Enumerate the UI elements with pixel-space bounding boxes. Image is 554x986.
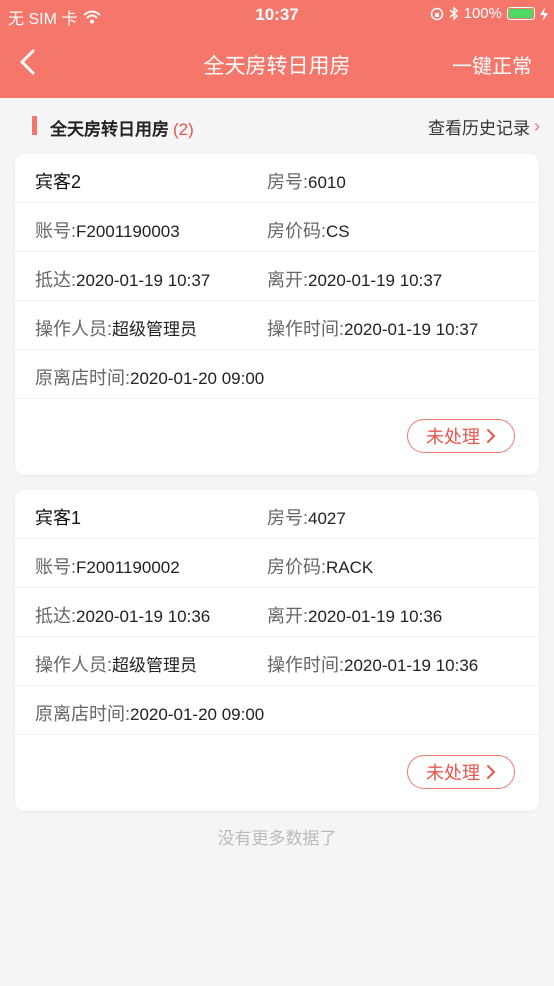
unprocessed-button[interactable]: 未处理 [407,419,515,453]
orig-depart-label: 原离店时间: [35,704,131,724]
room-value: 6010 [308,173,346,192]
record-card: 宾客1 房号:4027 账号:F2001190002 房价码:RACK 抵达:2… [15,490,539,811]
header: 无 SIM 卡 10:37 100% 全天房转日用房 一键正常 [0,0,554,98]
room-field: 房号:4027 [267,504,346,530]
orig-depart-field: 原离店时间:2020-01-20 09:00 [35,700,264,726]
rate-value: CS [326,222,350,241]
card-row-operator: 操作人员:超级管理员 操作时间:2020-01-19 10:36 [15,637,539,686]
arrive-field: 抵达:2020-01-19 10:37 [35,266,210,292]
card-row-operator: 操作人员:超级管理员 操作时间:2020-01-19 10:37 [15,301,539,350]
all-normal-button[interactable]: 一键正常 [452,50,532,79]
card-footer: 未处理 [15,735,539,811]
section-title: 全天房转日用房 (2) [50,115,194,140]
operator-value: 超级管理员 [112,656,198,675]
optime-label: 操作时间: [267,319,345,339]
unprocessed-button[interactable]: 未处理 [407,755,515,789]
orig-depart-value: 2020-01-20 09:00 [130,369,265,388]
room-field: 房号:6010 [267,168,346,194]
orientation-lock-icon [430,7,443,20]
optime-field: 操作时间:2020-01-19 10:37 [267,315,478,341]
history-link[interactable]: 查看历史记录 › [428,114,540,139]
charging-icon [540,6,548,21]
battery-percent: 100% [463,5,502,22]
arrive-field: 抵达:2020-01-19 10:36 [35,602,210,628]
section-header: 全天房转日用房 (2) 查看历史记录 › [0,108,554,146]
arrive-label: 抵达: [35,270,77,290]
chevron-right-icon: › [534,116,540,136]
card-row-orig: 原离店时间:2020-01-20 09:00 [15,350,539,399]
account-field: 账号:F2001190003 [35,217,180,243]
rate-label: 房价码: [267,221,327,241]
card-footer: 未处理 [15,399,539,475]
card-row-account: 账号:F2001190002 房价码:RACK [15,539,539,588]
record-card: 宾客2 房号:6010 账号:F2001190003 房价码:CS 抵达:202… [15,154,539,475]
room-value: 4027 [308,509,346,528]
status-bar: 无 SIM 卡 10:37 100% [0,0,554,30]
account-label: 账号: [35,557,77,577]
rate-field: 房价码:CS [267,217,350,243]
optime-value: 2020-01-19 10:37 [344,320,479,339]
battery-icon [507,7,535,20]
chevron-right-icon [487,429,496,443]
orig-depart-label: 原离店时间: [35,368,131,388]
account-value: F2001190003 [76,222,180,241]
status-right: 100% [430,5,548,22]
rate-label: 房价码: [267,557,327,577]
room-label: 房号: [267,172,309,192]
optime-label: 操作时间: [267,655,345,675]
no-more-data: 没有更多数据了 [217,829,337,848]
optime-field: 操作时间:2020-01-19 10:36 [267,651,478,677]
operator-label: 操作人员: [35,655,113,675]
card-row-dates: 抵达:2020-01-19 10:36 离开:2020-01-19 10:36 [15,588,539,637]
arrive-value: 2020-01-19 10:36 [76,607,211,626]
card-row-guest: 宾客1 房号:4027 [15,490,539,539]
depart-field: 离开:2020-01-19 10:36 [267,602,442,628]
card-row-guest: 宾客2 房号:6010 [15,154,539,203]
bluetooth-icon [449,6,458,21]
chevron-right-icon [487,765,496,779]
operator-field: 操作人员:超级管理员 [35,315,197,341]
nav-bar: 全天房转日用房 一键正常 [0,30,554,98]
arrive-label: 抵达: [35,606,77,626]
section-title-text: 全天房转日用房 [50,120,169,139]
section-count: (2) [173,120,194,139]
card-row-account: 账号:F2001190003 房价码:CS [15,203,539,252]
depart-label: 离开: [267,606,309,626]
account-field: 账号:F2001190002 [35,553,180,579]
optime-value: 2020-01-19 10:36 [344,656,479,675]
operator-value: 超级管理员 [112,320,198,339]
account-label: 账号: [35,221,77,241]
guest-name: 宾客1 [35,508,82,528]
rate-field: 房价码:RACK [267,553,373,579]
depart-label: 离开: [267,270,309,290]
history-label: 查看历史记录 [428,119,530,138]
card-row-orig: 原离店时间:2020-01-20 09:00 [15,686,539,735]
depart-value: 2020-01-19 10:36 [308,607,443,626]
orig-depart-field: 原离店时间:2020-01-20 09:00 [35,364,264,390]
depart-field: 离开:2020-01-19 10:37 [267,266,442,292]
room-label: 房号: [267,508,309,528]
section-accent-bar [32,116,37,135]
depart-value: 2020-01-19 10:37 [308,271,443,290]
status-label: 未处理 [426,427,480,447]
status-label: 未处理 [426,763,480,783]
card-row-dates: 抵达:2020-01-19 10:37 离开:2020-01-19 10:37 [15,252,539,301]
account-value: F2001190002 [76,558,180,577]
guest-name: 宾客2 [35,172,82,192]
operator-field: 操作人员:超级管理员 [35,651,197,677]
rate-value: RACK [326,558,374,577]
operator-label: 操作人员: [35,319,113,339]
orig-depart-value: 2020-01-20 09:00 [130,705,265,724]
arrive-value: 2020-01-19 10:37 [76,271,211,290]
